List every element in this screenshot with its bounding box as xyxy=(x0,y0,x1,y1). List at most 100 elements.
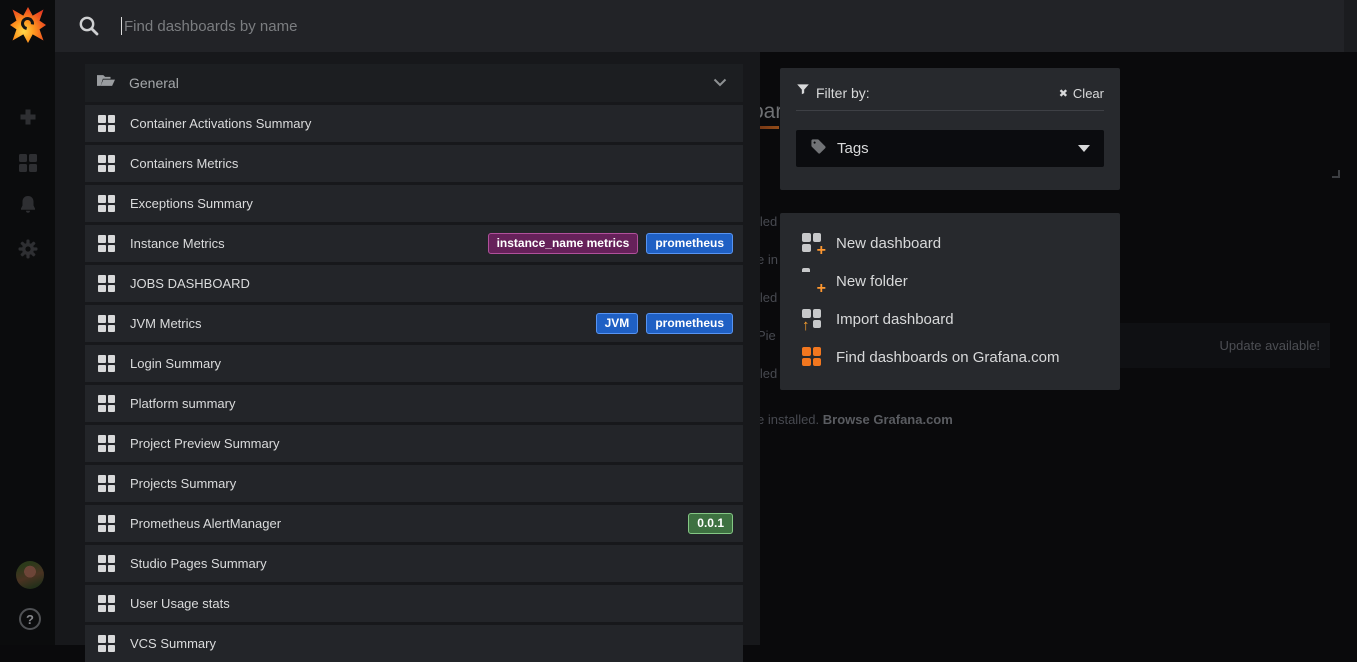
filter-panel: Filter by: ✖ Clear Tags xyxy=(780,68,1120,190)
create-plus-icon[interactable] xyxy=(16,105,40,129)
menu-item-find-dashboards-on-grafana-com[interactable]: Find dashboards on Grafana.com xyxy=(780,338,1120,376)
dashboard-name: Prometheus AlertManager xyxy=(130,516,281,531)
search-bar xyxy=(55,0,1357,52)
dashboard-name: Exceptions Summary xyxy=(130,196,253,211)
dashboard-name: Containers Metrics xyxy=(130,156,238,171)
dashboard-name: Login Summary xyxy=(130,356,221,371)
background-browse-line: e installed. Browse Grafana.com xyxy=(757,412,953,427)
menu-item-new-folder[interactable]: New folder xyxy=(780,262,1120,300)
dashboard-name: User Usage stats xyxy=(130,596,230,611)
dashboard-row[interactable]: Instance Metrics instance_name metrics pr… xyxy=(85,225,743,262)
search-input[interactable] xyxy=(124,0,1024,52)
filter-header: Filter by: ✖ Clear xyxy=(796,68,1104,111)
background-text-fragment: lled xyxy=(757,214,777,229)
dashboard-tags: instance_name metrics prometheus xyxy=(488,233,733,254)
dashboard-name: Project Preview Summary xyxy=(130,436,280,451)
tags-select-value: Tags xyxy=(837,140,869,157)
settings-gear-icon[interactable] xyxy=(16,237,40,261)
menu-item-label: New folder xyxy=(836,273,908,290)
dashboard-tag[interactable]: prometheus xyxy=(646,313,733,334)
dashboard-grid-icon xyxy=(98,435,115,452)
dashboard-tag[interactable]: instance_name metrics xyxy=(488,233,639,254)
folder-section-header[interactable]: General xyxy=(85,64,743,102)
actions-menu: New dashboard New folder Import dashboar… xyxy=(780,213,1120,390)
dashboard-grid-icon xyxy=(98,275,115,292)
dashboard-grid-icon xyxy=(98,475,115,492)
menu-item-new-dashboard[interactable]: New dashboard xyxy=(780,224,1120,262)
dashboards-icon[interactable] xyxy=(16,151,40,175)
dashboard-grid-icon xyxy=(98,555,115,572)
dashboard-row[interactable]: Project Preview Summary xyxy=(85,425,743,462)
dashboard-tag[interactable]: prometheus xyxy=(646,233,733,254)
dashboard-grid-icon xyxy=(98,355,115,372)
dashboard-row[interactable]: Login Summary xyxy=(85,345,743,382)
dashboard-name: JOBS DASHBOARD xyxy=(130,276,250,291)
dashboard-name: Platform summary xyxy=(130,396,235,411)
dashboard-row[interactable]: Platform summary xyxy=(85,385,743,422)
chevron-down-icon xyxy=(713,74,727,92)
filter-title: Filter by: xyxy=(816,85,870,101)
dashboard-grid-icon xyxy=(98,195,115,212)
new-dashboard-icon xyxy=(802,233,822,253)
tag-icon xyxy=(810,138,827,160)
clear-x-icon: ✖ xyxy=(1059,87,1068,100)
dashboard-name: Instance Metrics xyxy=(130,236,225,251)
dashboard-row[interactable]: Prometheus AlertManager 0.0.1 xyxy=(85,505,743,542)
dashboard-grid-icon xyxy=(98,595,115,612)
browse-grafana-link: Browse Grafana.com xyxy=(823,412,953,427)
new-folder-icon xyxy=(802,271,822,291)
background-text-fragment: lled xyxy=(757,366,777,381)
clear-label: Clear xyxy=(1073,86,1104,101)
dashboard-grid-icon xyxy=(98,315,115,332)
dashboard-row[interactable]: User Usage stats xyxy=(85,585,743,622)
dashboard-grid-icon xyxy=(98,515,115,532)
menu-item-label: Import dashboard xyxy=(836,311,954,328)
dashboard-grid-icon xyxy=(98,395,115,412)
dashboard-tag[interactable]: JVM xyxy=(596,313,639,334)
alerting-bell-icon[interactable] xyxy=(16,193,40,217)
sidebar: ? xyxy=(0,0,55,645)
dashboard-name: Container Activations Summary xyxy=(130,116,311,131)
background-installed-text: e installed. xyxy=(757,412,823,427)
grafana-logo-icon[interactable] xyxy=(10,7,46,43)
folder-section-label: General xyxy=(129,75,179,91)
background-text-fragment: lled xyxy=(757,290,777,305)
dashboard-name: Studio Pages Summary xyxy=(130,556,267,571)
clear-filter-button[interactable]: ✖ Clear xyxy=(1059,86,1104,101)
search-results: General Container Activations Summary Co… xyxy=(85,64,743,662)
dashboard-grid-icon xyxy=(98,155,115,172)
funnel-icon xyxy=(796,82,810,101)
dashboard-name: VCS Summary xyxy=(130,636,216,651)
dashboard-name: Projects Summary xyxy=(130,476,236,491)
panel-resize-handle-icon xyxy=(1332,170,1340,178)
dashboard-tags: 0.0.1 xyxy=(688,513,733,534)
update-available-badge: Update available! xyxy=(1118,323,1330,368)
dashboard-tag[interactable]: 0.0.1 xyxy=(688,513,733,534)
dashboard-row[interactable]: JOBS DASHBOARD xyxy=(85,265,743,302)
menu-item-label: Find dashboards on Grafana.com xyxy=(836,349,1059,366)
text-cursor xyxy=(121,17,122,35)
dashboard-grid-icon xyxy=(98,635,115,652)
topbar-right-shade xyxy=(1344,0,1357,52)
import-dashboard-icon xyxy=(802,309,822,329)
menu-item-import-dashboard[interactable]: Import dashboard xyxy=(780,300,1120,338)
dashboard-row[interactable]: VCS Summary xyxy=(85,625,743,662)
dashboard-row[interactable]: Exceptions Summary xyxy=(85,185,743,222)
dashboard-row[interactable]: Studio Pages Summary xyxy=(85,545,743,582)
help-icon[interactable]: ? xyxy=(19,608,41,630)
dashboard-grid-icon xyxy=(98,115,115,132)
dashboard-name: JVM Metrics xyxy=(130,316,202,331)
dashboard-row[interactable]: JVM Metrics JVM prometheus xyxy=(85,305,743,342)
dashboard-row[interactable]: Containers Metrics xyxy=(85,145,743,182)
search-icon xyxy=(76,13,102,44)
dashboard-row[interactable]: Projects Summary xyxy=(85,465,743,502)
dashboard-tags: JVM prometheus xyxy=(596,313,733,334)
folder-open-icon xyxy=(97,73,115,93)
background-text-fragment: e in xyxy=(757,252,778,267)
menu-item-label: New dashboard xyxy=(836,235,941,252)
tags-filter-select[interactable]: Tags xyxy=(796,130,1104,167)
dashboard-row[interactable]: Container Activations Summary xyxy=(85,105,743,142)
dashboard-grid-icon xyxy=(98,235,115,252)
grafana-com-icon xyxy=(802,347,822,367)
user-avatar[interactable] xyxy=(16,561,44,589)
